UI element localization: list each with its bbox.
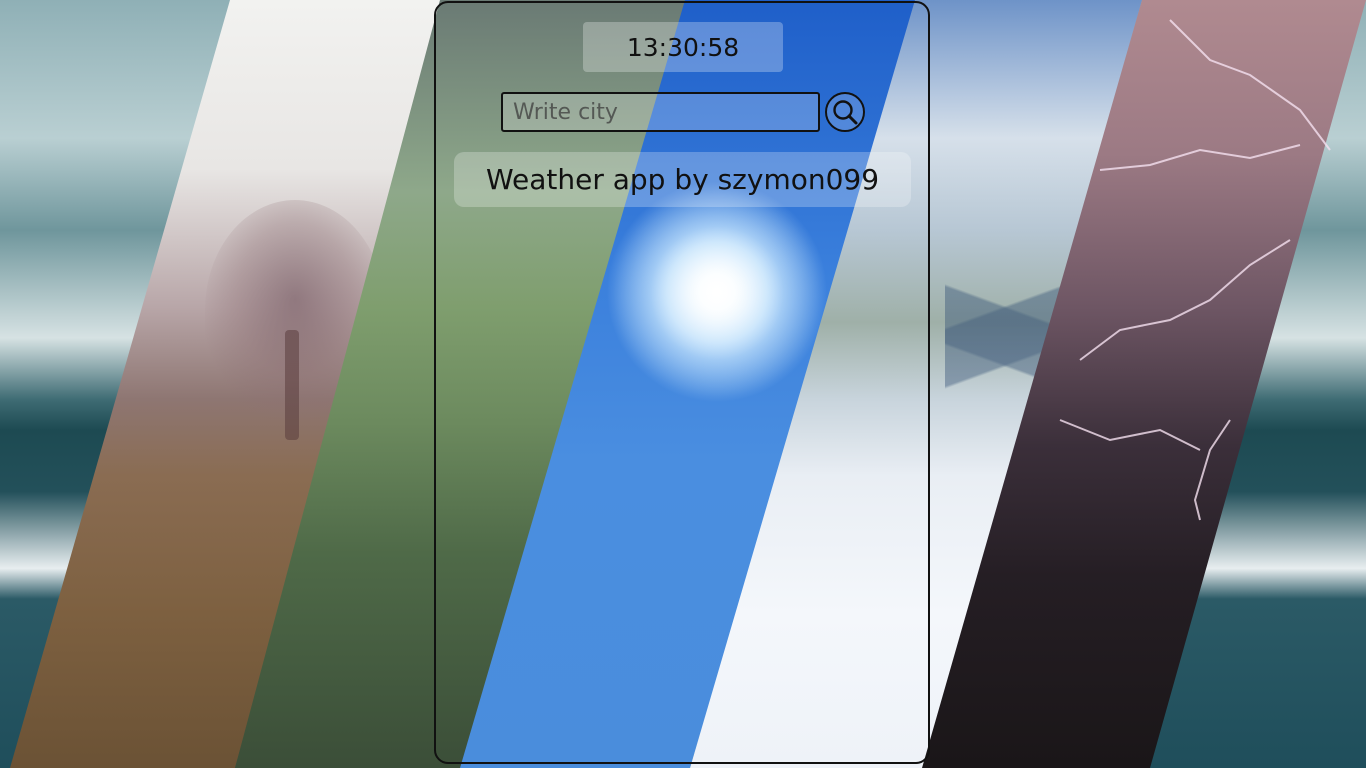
clock-display: 13:30:58 (583, 22, 783, 72)
search-bar (501, 92, 871, 132)
app-title: Weather app by szymon099 (454, 152, 911, 207)
search-button[interactable] (825, 92, 865, 132)
search-icon (833, 100, 858, 125)
city-search-input[interactable] (501, 92, 820, 132)
